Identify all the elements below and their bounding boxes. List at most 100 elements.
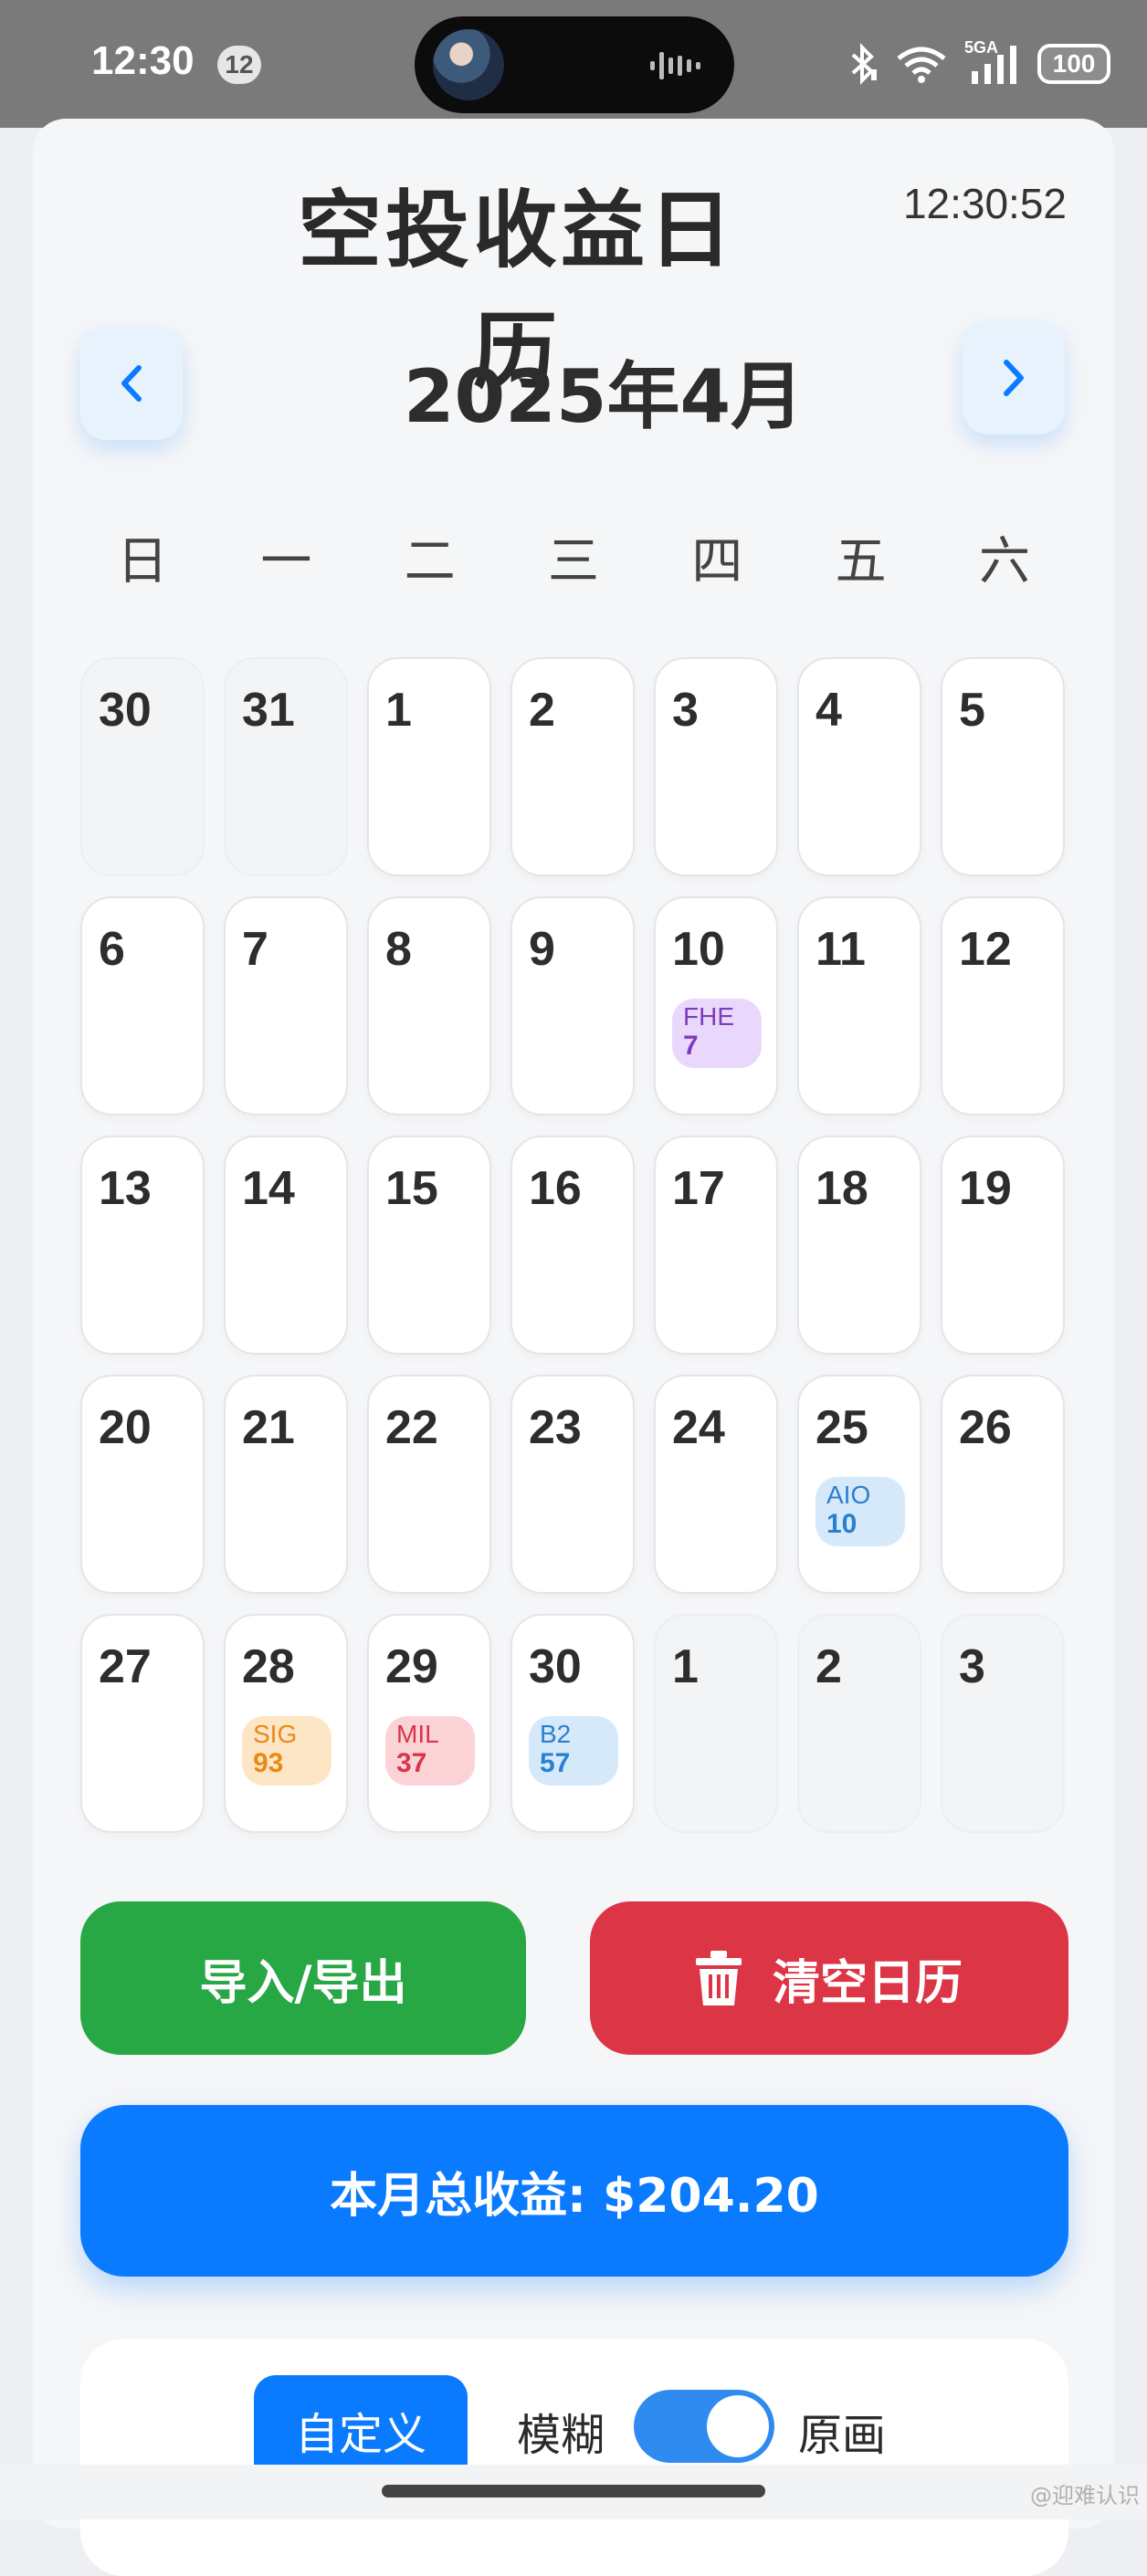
calendar-day-cell[interactable]: 4: [797, 657, 921, 876]
calendar-day-cell[interactable]: 22: [367, 1375, 491, 1594]
calendar-day-cell[interactable]: 1: [654, 1614, 778, 1833]
airdrop-event-tag[interactable]: FHE 7: [672, 999, 762, 1068]
calendar-day-cell[interactable]: 16: [510, 1136, 635, 1355]
airdrop-event-tag[interactable]: MIL 37: [385, 1716, 475, 1785]
calendar-day-cell[interactable]: 30 B2 57: [510, 1614, 635, 1833]
weekday-label: 三: [547, 532, 599, 592]
calendar-day-cell[interactable]: 6: [80, 896, 205, 1115]
calendar-day-cell[interactable]: 25 AIO 10: [797, 1375, 921, 1594]
calendar-day-cell[interactable]: 21: [224, 1375, 348, 1594]
import-export-button[interactable]: 导入/导出: [80, 1901, 526, 2055]
next-month-button[interactable]: [963, 321, 1065, 435]
weekday-label: 一: [260, 532, 312, 592]
calendar-day-cell[interactable]: 1: [367, 657, 491, 876]
signal-indicator: 5GA: [964, 38, 1021, 88]
prev-month-button[interactable]: [80, 327, 183, 440]
dynamic-island[interactable]: [415, 16, 734, 113]
clear-calendar-button[interactable]: 清空日历: [590, 1901, 1068, 2055]
event-amount: 10: [826, 1509, 858, 1539]
event-token-name: AIO: [826, 1481, 871, 1509]
calendar-day-cell[interactable]: 20: [80, 1375, 205, 1594]
weekday-header: 日 一 二 三 四 五 六: [80, 520, 1067, 594]
day-number: 6: [99, 923, 125, 976]
watermark: @迎难认识: [1030, 2483, 1140, 2508]
day-number: 24: [672, 1401, 725, 1454]
event-token-name: FHE: [683, 1002, 734, 1031]
event-token-name: B2: [540, 1720, 572, 1748]
day-number: 8: [385, 923, 412, 976]
calendar-day-cell[interactable]: 3: [941, 1614, 1065, 1833]
day-number: 30: [99, 684, 152, 737]
weekday-label: 六: [978, 532, 1030, 592]
airdrop-event-tag[interactable]: SIG 93: [242, 1716, 331, 1785]
day-number: 28: [242, 1640, 295, 1693]
calendar-day-cell[interactable]: 8: [367, 896, 491, 1115]
avatar: [433, 29, 504, 100]
airdrop-event-tag[interactable]: B2 57: [529, 1716, 618, 1785]
day-number: 9: [529, 923, 555, 976]
calendar-day-cell[interactable]: 9: [510, 896, 635, 1115]
airdrop-event-tag[interactable]: AIO 10: [816, 1477, 905, 1546]
calendar-day-cell[interactable]: 5: [941, 657, 1065, 876]
day-number: 19: [959, 1162, 1012, 1215]
weekday-label: 二: [404, 532, 456, 592]
status-icons: 5GA 100: [847, 38, 1110, 88]
blur-label: 模糊: [517, 2410, 605, 2461]
monthly-total-button[interactable]: 本月总收益: $204.20: [80, 2105, 1068, 2277]
day-number: 16: [529, 1162, 582, 1215]
day-number: 15: [385, 1162, 438, 1215]
calendar-day-cell[interactable]: 23: [510, 1375, 635, 1594]
day-number: 3: [672, 684, 699, 737]
calendar-day-cell[interactable]: 10 FHE 7: [654, 896, 778, 1115]
calendar-day-cell[interactable]: 17: [654, 1136, 778, 1355]
chevron-left-icon: [121, 365, 142, 402]
blur-original-toggle[interactable]: [634, 2390, 774, 2463]
status-bar: 12:30 12 5GA 100: [0, 0, 1147, 128]
day-number: 1: [672, 1640, 699, 1693]
toggle-knob: [707, 2395, 769, 2457]
day-number: 26: [959, 1401, 1012, 1454]
calendar-day-cell[interactable]: 15: [367, 1136, 491, 1355]
calendar-day-cell[interactable]: 7: [224, 896, 348, 1115]
event-token-name: MIL: [396, 1720, 439, 1748]
calendar-day-cell[interactable]: 2: [510, 657, 635, 876]
calendar-day-cell[interactable]: 12: [941, 896, 1065, 1115]
calendar-day-cell[interactable]: 19: [941, 1136, 1065, 1355]
system-nav-bar: @迎难认识: [0, 2465, 1147, 2519]
day-number: 18: [816, 1162, 868, 1215]
audio-wave-icon: [650, 52, 700, 79]
day-number: 11: [816, 923, 866, 976]
calendar-day-cell[interactable]: 28 SIG 93: [224, 1614, 348, 1833]
original-label: 原画: [798, 2410, 887, 2461]
display-settings-panel: 自定义 模糊 原画: [80, 2339, 1068, 2576]
day-number: 2: [816, 1640, 842, 1693]
day-number: 22: [385, 1401, 438, 1454]
calendar-day-cell[interactable]: 27: [80, 1614, 205, 1833]
day-number: 30: [529, 1640, 582, 1693]
signal-icon: [972, 46, 1016, 84]
day-number: 10: [672, 923, 725, 976]
calendar-day-cell[interactable]: 14: [224, 1136, 348, 1355]
calendar-day-cell[interactable]: 2: [797, 1614, 921, 1833]
weekday-label: 五: [835, 532, 887, 592]
day-number: 31: [242, 684, 295, 737]
day-number: 29: [385, 1640, 438, 1693]
calendar-day-cell[interactable]: 31: [224, 657, 348, 876]
status-time: 12:30: [91, 38, 195, 83]
weekday-label: 四: [691, 532, 743, 592]
day-number: 17: [672, 1162, 725, 1215]
calendar-day-cell[interactable]: 18: [797, 1136, 921, 1355]
calendar-day-cell[interactable]: 30: [80, 657, 205, 876]
home-indicator[interactable]: [382, 2485, 765, 2497]
calendar-day-cell[interactable]: 3: [654, 657, 778, 876]
calendar-day-cell[interactable]: 29 MIL 37: [367, 1614, 491, 1833]
notification-badge: 12: [217, 46, 261, 84]
calendar-day-cell[interactable]: 26: [941, 1375, 1065, 1594]
calendar-day-cell[interactable]: 24: [654, 1375, 778, 1594]
calendar-day-cell[interactable]: 13: [80, 1136, 205, 1355]
day-number: 12: [959, 923, 1012, 976]
day-number: 1: [385, 684, 412, 737]
day-number: 23: [529, 1401, 582, 1454]
calendar-day-cell[interactable]: 11: [797, 896, 921, 1115]
weekday-label: 日: [117, 532, 168, 592]
